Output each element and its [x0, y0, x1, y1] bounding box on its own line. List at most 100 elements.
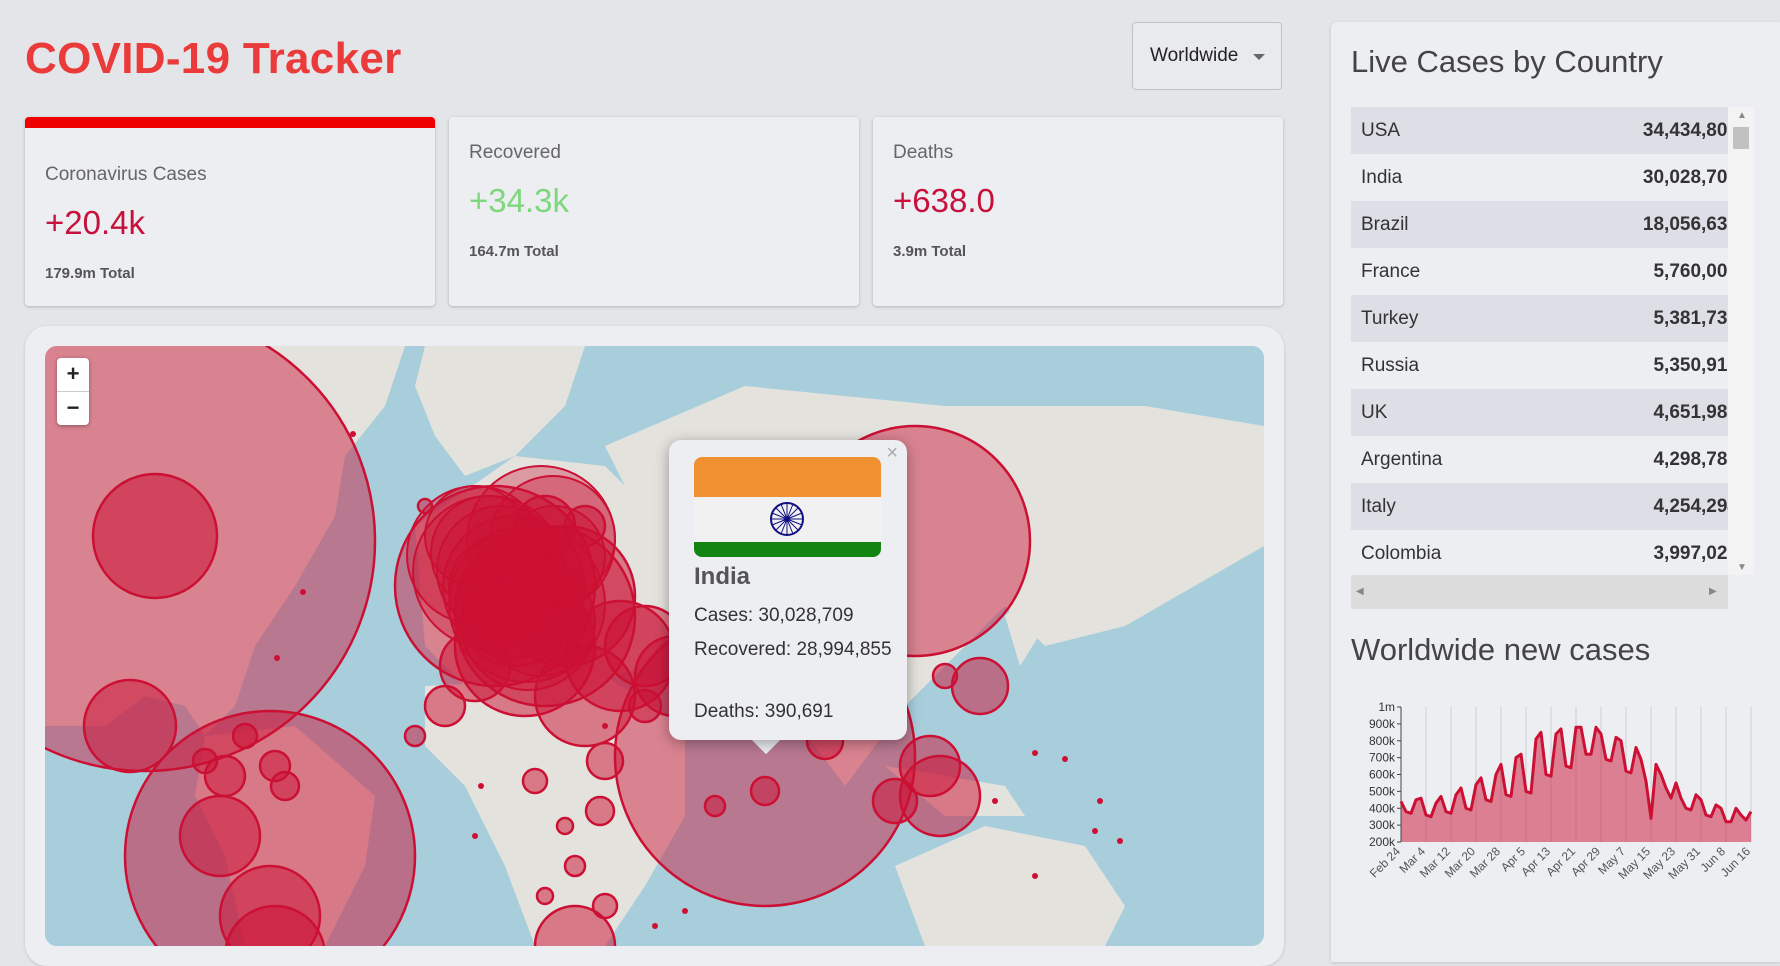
- country-cases: 30,028,709: [1642, 166, 1738, 188]
- zoom-out-button[interactable]: −: [57, 391, 89, 425]
- scroll-right-icon[interactable]: ▶: [1709, 586, 1717, 597]
- zoom-in-button[interactable]: +: [57, 358, 89, 391]
- country-row: Brazil 18,056,639: [1351, 201, 1748, 248]
- chart-title: Worldwide new cases: [1351, 632, 1651, 667]
- country-row: India 30,028,709: [1351, 154, 1748, 201]
- y-tick-label: 600k: [1369, 768, 1396, 782]
- y-tick-label: 400k: [1369, 801, 1396, 815]
- map-base: [45, 346, 1264, 946]
- infobox-recovered[interactable]: Recovered +34.3k 164.7m Total: [449, 117, 859, 306]
- country-row: USA 34,434,803: [1351, 107, 1748, 154]
- popup-recovered: Recovered: 28,994,855: [694, 639, 892, 660]
- scroll-up-icon[interactable]: ▲: [1737, 110, 1747, 121]
- case-circle: [585, 741, 625, 781]
- case-circle: [502, 505, 606, 609]
- country-dropdown[interactable]: Worldwide: [1132, 22, 1282, 90]
- zoom-control: + −: [57, 358, 89, 425]
- case-dot: [274, 655, 280, 661]
- case-circle: [555, 816, 575, 836]
- country-cases: 5,760,002: [1653, 260, 1738, 282]
- country-row: UK 4,651,988: [1351, 389, 1748, 436]
- case-circle: [191, 747, 219, 775]
- case-dot: [1032, 873, 1038, 879]
- country-cases: 3,997,021: [1653, 542, 1738, 564]
- country-name: Colombia: [1361, 542, 1442, 564]
- country-cases: 4,298,782: [1653, 448, 1738, 470]
- close-icon[interactable]: ×: [886, 442, 898, 465]
- popup-deaths: Deaths: 390,691: [694, 701, 834, 722]
- country-name: India: [1361, 166, 1403, 188]
- infobox-total: 3.9m Total: [893, 243, 967, 260]
- country-row: Turkey 5,381,736: [1351, 295, 1748, 342]
- infobox-title: Coronavirus Cases: [45, 164, 207, 185]
- world-map[interactable]: + − × India Cases: 30,028,709 Recovered:…: [45, 346, 1264, 946]
- case-dot: [1032, 750, 1038, 756]
- y-tick-label: 800k: [1369, 734, 1396, 748]
- country-dropdown-value: Worldwide: [1150, 45, 1239, 66]
- y-tick-label: 900k: [1369, 717, 1396, 731]
- chart-svg: Feb 24Mar 4Mar 12Mar 20Mar 28Apr 5Apr 13…: [1367, 700, 1754, 882]
- case-dot: [1117, 838, 1123, 844]
- country-row: Italy 4,254,294: [1351, 483, 1748, 530]
- case-dot: [478, 783, 484, 789]
- infobox-deaths[interactable]: Deaths +638.0 3.9m Total: [873, 117, 1283, 306]
- scroll-left-icon[interactable]: ◀: [1356, 586, 1364, 597]
- case-dot: [1097, 798, 1103, 804]
- country-name: Italy: [1361, 495, 1396, 517]
- y-tick-label: 700k: [1369, 751, 1396, 765]
- country-name: USA: [1361, 119, 1401, 141]
- case-dot: [300, 589, 306, 595]
- app-title: COVID-19 Tracker: [25, 34, 402, 83]
- country-cases: 18,056,639: [1642, 213, 1738, 235]
- y-tick-label: 300k: [1369, 818, 1396, 832]
- case-circle: [91, 472, 219, 600]
- case-dot: [1092, 828, 1098, 834]
- live-cases-table[interactable]: USA 34,434,803 India 30,028,709 Brazil 18,056…: [1351, 107, 1754, 609]
- infobox-cases[interactable]: Coronavirus Cases +20.4k 179.9m Total: [25, 117, 435, 306]
- country-name: Turkey: [1361, 307, 1419, 329]
- infobox-total: 179.9m Total: [45, 265, 135, 282]
- country-name: Argentina: [1361, 448, 1443, 470]
- case-circle: [950, 656, 1010, 716]
- chart-area: [1401, 727, 1751, 842]
- vertical-scrollbar[interactable]: ▲ ▼: [1728, 107, 1754, 575]
- case-circle: [535, 886, 555, 906]
- case-circle: [749, 775, 781, 807]
- case-dot: [682, 908, 688, 914]
- case-circle: [178, 794, 262, 878]
- infobox-title: Recovered: [469, 142, 561, 163]
- y-tick-label: 500k: [1369, 784, 1396, 798]
- caret-down-icon: [1253, 54, 1265, 60]
- case-dot: [992, 798, 998, 804]
- case-circle: [584, 795, 616, 827]
- case-circle: [871, 777, 919, 825]
- x-tick-label: Apr 29: [1568, 844, 1603, 879]
- country-cases: 5,350,919: [1653, 354, 1738, 376]
- case-circle: [563, 854, 587, 878]
- case-circle: [931, 662, 959, 690]
- case-dot: [350, 431, 356, 437]
- case-circle: [269, 770, 301, 802]
- right-panel: Live Cases by Country USA 34,434,803 India…: [1331, 22, 1780, 962]
- case-dot: [652, 923, 658, 929]
- scroll-down-icon[interactable]: ▼: [1737, 562, 1747, 573]
- popup-cases: Cases: 30,028,709: [694, 605, 854, 626]
- infobox-value: +20.4k: [45, 204, 145, 241]
- live-cases-title: Live Cases by Country: [1351, 44, 1663, 79]
- case-circle: [703, 794, 727, 818]
- infobox-value: +34.3k: [469, 182, 569, 219]
- country-rows: USA 34,434,803 India 30,028,709 Brazil 18,056…: [1351, 107, 1754, 577]
- scrollbar-thumb[interactable]: [1733, 127, 1749, 149]
- y-tick-label: 200k: [1369, 835, 1396, 849]
- country-name: UK: [1361, 401, 1388, 423]
- country-cases: 5,381,736: [1653, 307, 1738, 329]
- popup-country-name: India: [694, 563, 751, 590]
- country-cases: 4,254,294: [1653, 495, 1738, 517]
- infobox-value: +638.0: [893, 182, 995, 219]
- horizontal-scrollbar[interactable]: ◀ ▶: [1351, 575, 1728, 609]
- country-name: Brazil: [1361, 213, 1409, 235]
- case-dot: [472, 833, 478, 839]
- y-tick-label: 1m: [1378, 700, 1395, 714]
- case-circle: [591, 892, 619, 920]
- country-name: France: [1361, 260, 1421, 282]
